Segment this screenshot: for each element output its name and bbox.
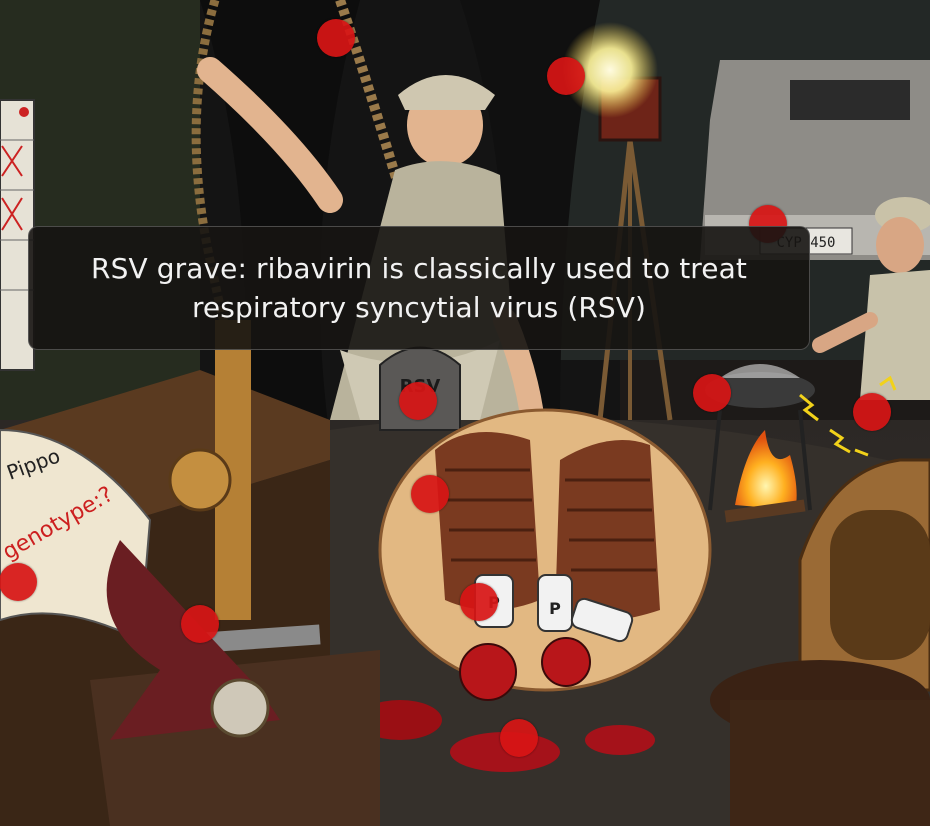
- hotspot-book[interactable]: [0, 563, 37, 601]
- shaker-label-2: P: [549, 599, 561, 618]
- hotspot-rope[interactable]: [317, 19, 355, 57]
- hotspot-tombstone[interactable]: [399, 382, 437, 420]
- hotspot-sparks[interactable]: [853, 393, 891, 431]
- hotspot-camera-flash[interactable]: [547, 57, 585, 95]
- tooltip-text: RSV grave: ribavirin is classically used…: [91, 252, 747, 324]
- ribs-platter: [378, 408, 712, 692]
- hotspot-pepper-shaker[interactable]: [460, 583, 498, 621]
- hotspot-tomato-splat[interactable]: [500, 719, 538, 757]
- hotspot-pan[interactable]: [693, 374, 731, 412]
- hotspot-ribs[interactable]: [411, 475, 449, 513]
- game-scene: CYP 450 RSV P: [0, 0, 930, 826]
- hotspot-microscope[interactable]: [181, 605, 219, 643]
- hover-tooltip: RSV grave: ribavirin is classically used…: [28, 226, 810, 350]
